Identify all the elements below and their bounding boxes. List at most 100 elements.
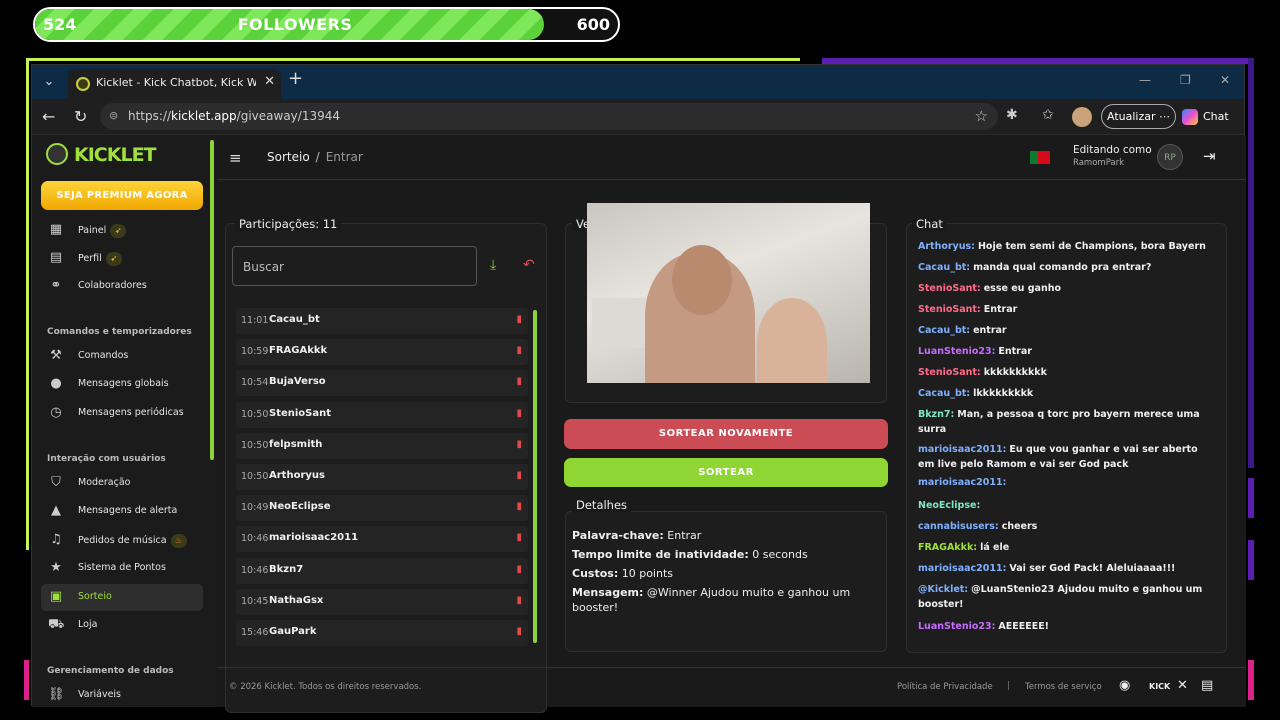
browser-tab-kicklet[interactable]: Kicklet - Kick Chatbot, Kick Widget ✕ (68, 69, 281, 99)
copilot-chat-button[interactable]: Chat (1182, 104, 1240, 129)
sidebar-item-colaboradores[interactable]: ⚭ Colaboradores (41, 273, 203, 300)
terms-link[interactable]: Termos de serviço (1025, 682, 1102, 692)
trash-icon[interactable]: ▮ (516, 439, 522, 450)
participant-row: 10:49 NeoEclipse ▮ (236, 495, 528, 522)
clock-icon: ◷ (50, 405, 62, 420)
kicklet-mascot-icon (46, 143, 68, 165)
sidebar-item-moderacao[interactable]: ⛉ Moderação (41, 470, 203, 497)
participant-name: Arthoryus (269, 470, 325, 481)
trash-icon[interactable]: ▮ (516, 408, 522, 419)
copyright: © 2026 Kicklet. Todos os direitos reserv… (229, 682, 422, 692)
sidebar-item-mensagens-periodicas[interactable]: ◷ Mensagens periódicas (41, 400, 203, 427)
chat-username[interactable]: Cacau_bt: (918, 262, 970, 273)
browser-profile-avatar[interactable] (1072, 107, 1092, 127)
followers-goal: 600 (576, 15, 610, 34)
sidebar-item-sorteio[interactable]: ▣ Sorteio (41, 584, 203, 611)
trash-icon[interactable]: ▮ (516, 501, 522, 512)
trash-icon[interactable]: ▮ (516, 532, 522, 543)
rocket-icon: ➶ (110, 224, 127, 238)
crumb-sorteio[interactable]: Sorteio (267, 150, 310, 164)
chat-username[interactable]: StenioSant: (918, 283, 981, 294)
update-button[interactable]: Atualizar ⋯ (1101, 104, 1176, 129)
menu-toggle-icon[interactable]: ≡ (229, 149, 242, 167)
reload-icon[interactable]: ↻ (74, 107, 87, 126)
chat-username[interactable]: marioisaac2011: (918, 477, 1006, 488)
chat-username[interactable]: LuanStenio23: (918, 621, 995, 632)
sidebar-item-mensagens-alerta[interactable]: ▲ Mensagens de alerta (41, 498, 203, 525)
chat-message: Bkzn7: Man, a pessoa q torc pro bayern me… (918, 407, 1214, 437)
document-icon[interactable]: ▤ (1201, 678, 1213, 693)
chat-username[interactable]: Arthoryus: (918, 241, 975, 252)
participants-scrollbar[interactable] (533, 310, 537, 643)
frame-accent-pink-left (24, 660, 29, 700)
extensions-puzzle-icon[interactable]: ✱ (1006, 107, 1018, 123)
chat-username[interactable]: marioisaac2011: (918, 563, 1006, 574)
chat-message: NeoEclipse: (918, 498, 1214, 513)
browser-window: ⌄ Kicklet - Kick Chatbot, Kick Widget ✕ … (31, 64, 1246, 713)
maximize-icon[interactable]: ❐ (1180, 73, 1191, 87)
frame-accent-purple-right (1248, 478, 1254, 518)
chat-message: StenioSant: esse eu ganho (918, 281, 1214, 296)
trash-icon[interactable]: ▮ (516, 564, 522, 575)
logout-icon[interactable]: ⇥ (1203, 147, 1216, 165)
premium-button[interactable]: SEJA PREMIUM AGORA (41, 181, 203, 210)
privacy-link[interactable]: Política de Privacidade (897, 682, 993, 692)
minimize-icon[interactable]: — (1139, 73, 1151, 87)
sidebar-item-loja[interactable]: ⛟ Loja (41, 612, 203, 639)
sidebar-item-mensagens-globais[interactable]: ● Mensagens globais (41, 371, 203, 398)
site-info-icon[interactable]: ⊜ (109, 109, 118, 122)
tab-list-chevron-icon[interactable]: ⌄ (37, 71, 61, 93)
chat-message: LuanStenio23: Entrar (918, 344, 1214, 359)
draw-again-button[interactable]: SORTEAR NOVAMENTE (564, 419, 888, 449)
portugal-flag-icon[interactable] (1030, 151, 1050, 164)
undo-icon[interactable]: ↶ (523, 257, 535, 273)
chat-username[interactable]: StenioSant: (918, 304, 981, 315)
sidebar-item-pedidos-musica[interactable]: ♫ Pedidos de música ♨ (41, 527, 203, 554)
chat-username[interactable]: Cacau_bt: (918, 325, 970, 336)
sidebar-item-comandos[interactable]: ⚒ Comandos (41, 343, 203, 370)
trash-icon[interactable]: ▮ (516, 470, 522, 481)
chat-username[interactable]: LuanStenio23: (918, 346, 995, 357)
user-avatar[interactable]: RP (1157, 144, 1183, 170)
chat-username[interactable]: NeoEclipse: (918, 500, 980, 511)
chat-username[interactable]: @Kicklet: (918, 584, 968, 595)
chat-username[interactable]: Cacau_bt: (918, 388, 970, 399)
sidebar-item-sistema-pontos[interactable]: ★ Sistema de Pontos (41, 555, 203, 582)
participant-time: 15:46 (241, 627, 269, 638)
participant-row: 11:01 Cacau_bt ▮ (236, 308, 528, 334)
sidebar-scrollbar[interactable] (210, 140, 214, 460)
draw-button[interactable]: SORTEAR (564, 458, 888, 487)
chat-message: marioisaac2011: (918, 475, 1214, 490)
trash-icon[interactable]: ▮ (516, 595, 522, 606)
chat-message: Cacau_bt: manda qual comando pra entrar? (918, 260, 1214, 275)
window-close-icon[interactable]: ✕ (1220, 73, 1230, 87)
kick-link[interactable]: KICK (1149, 682, 1170, 691)
url-bar[interactable]: ⊜ https://kicklet.app/giveaway/13944 ☆ (100, 103, 998, 130)
search-input[interactable]: Buscar (232, 246, 477, 286)
sidebar-item-perfil[interactable]: ▤ Perfil ➶ (41, 245, 203, 272)
trash-icon[interactable]: ▮ (516, 626, 522, 637)
chat-username[interactable]: FRAGAkkk: (918, 542, 977, 553)
back-arrow-icon[interactable]: ← (42, 107, 55, 126)
chat-username[interactable]: StenioSant: (918, 367, 981, 378)
chat-message: @Kicklet: @LuanStenio23 Ajudou muito e ga… (918, 582, 1214, 612)
trash-icon[interactable]: ▮ (516, 376, 522, 387)
sidebar-item-painel[interactable]: ▦ Painel ➶ (41, 217, 203, 244)
chat-username[interactable]: cannabisusers: (918, 521, 999, 532)
new-tab-plus-icon[interactable]: + (288, 68, 303, 89)
discord-icon[interactable]: ◉ (1119, 678, 1130, 693)
followers-goal-bar: 524 FOLLOWERS 600 (33, 7, 620, 42)
favorites-icon[interactable]: ✩ (1042, 107, 1054, 123)
address-toolbar: ← ↻ ⊜ https://kicklet.app/giveaway/13944… (32, 99, 1244, 135)
trash-icon[interactable]: ▮ (516, 345, 522, 356)
chat-username[interactable]: marioisaac2011: (918, 444, 1006, 455)
section-data: Gerenciamento de dados (47, 666, 174, 676)
tab-close-icon[interactable]: ✕ (264, 74, 275, 89)
x-icon[interactable]: ✕ (1177, 678, 1188, 693)
sidebar-item-variaveis[interactable]: ⛓ Variáveis (41, 682, 203, 707)
trash-icon[interactable]: ▮ (516, 314, 522, 325)
participant-time: 10:46 (241, 533, 269, 545)
download-icon[interactable]: ⤓ (490, 257, 496, 273)
chat-username[interactable]: Bkzn7: (918, 409, 954, 420)
bookmark-star-icon[interactable]: ☆ (975, 107, 988, 125)
